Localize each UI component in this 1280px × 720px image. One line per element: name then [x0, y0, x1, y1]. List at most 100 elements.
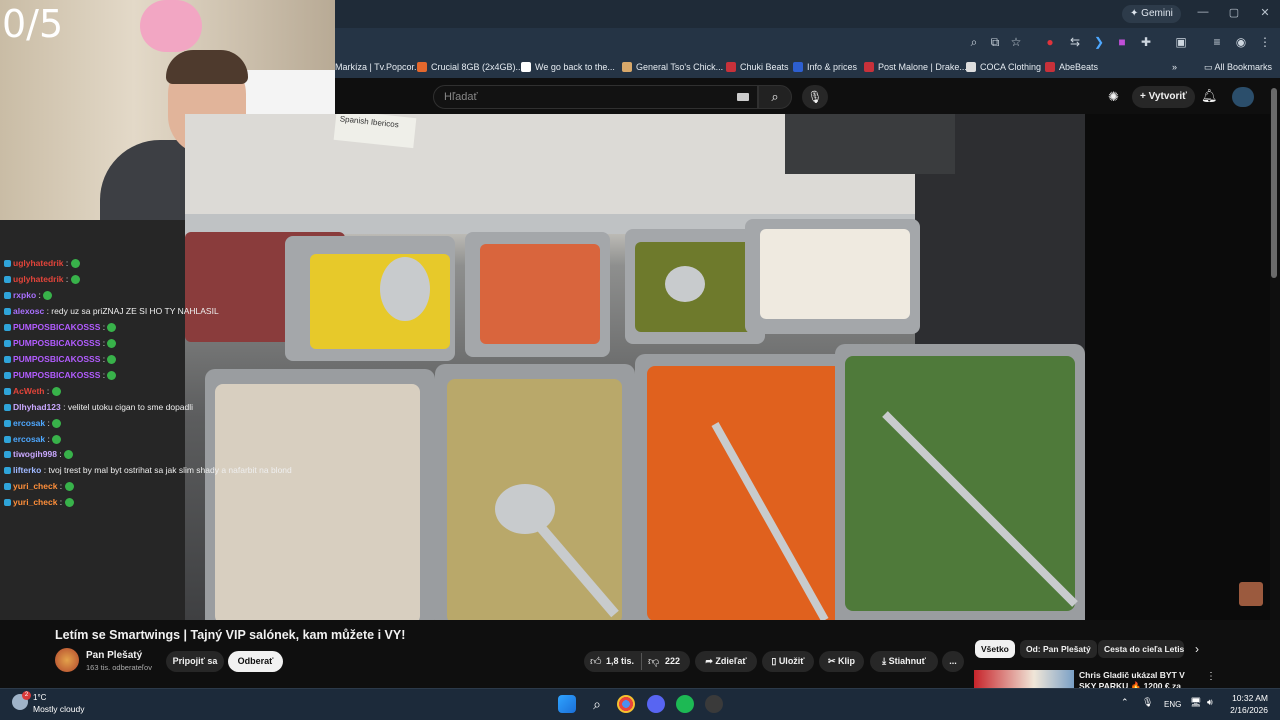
bookmark-item[interactable]: General Tso's Chick...	[622, 60, 723, 74]
extension-icon[interactable]: ⇆	[1066, 33, 1084, 51]
bookmarks-overflow-icon[interactable]: »	[1172, 60, 1177, 74]
weather-description[interactable]: Mostly cloudy	[33, 704, 85, 714]
all-bookmarks-label: All Bookmarks	[1214, 62, 1273, 72]
download-button[interactable]: ⤓ Stiahnuť	[870, 651, 938, 672]
video-player[interactable]: Spanish Ibericos	[185, 114, 1085, 620]
chat-username[interactable]: yuri_check	[13, 497, 57, 507]
chat-username[interactable]: uglyhatedrik	[13, 274, 64, 284]
dislike-count[interactable]: 222	[665, 656, 680, 666]
microphone-tray-icon[interactable]: 🎙︎	[1142, 697, 1153, 708]
chat-username[interactable]: rxpko	[13, 290, 36, 300]
account-avatar[interactable]	[1232, 87, 1254, 107]
extension-icon[interactable]: ❯	[1090, 33, 1108, 51]
chat-username[interactable]: ercosak	[13, 434, 45, 444]
chat-username[interactable]: Dlhyhad123	[13, 402, 61, 412]
clock-time[interactable]: 10:32 AM	[1230, 693, 1268, 703]
chat-username[interactable]: tiwogih998	[13, 449, 57, 459]
bookmark-item[interactable]: Post Malone | Drake...	[864, 60, 967, 74]
chat-emote-icon	[64, 450, 74, 459]
chat-username[interactable]: PUMPOSBICAKOSSS	[13, 338, 100, 348]
minimize-icon[interactable]: —	[1196, 6, 1210, 18]
join-button[interactable]: Pripojiť sa	[166, 651, 224, 672]
chat-username[interactable]: yuri_check	[13, 481, 57, 491]
tab-search-icon[interactable]: ▣	[1172, 33, 1190, 51]
recommended-menu-icon[interactable]: ⋮	[1206, 671, 1216, 682]
bookmark-item[interactable]: We go back to the...	[521, 60, 615, 74]
save-button[interactable]: ▯ Uložiť	[762, 651, 814, 672]
chat-message: PUMPOSBICAKOSSS :	[4, 369, 117, 382]
recommended-title[interactable]: Chris Gladič ukázal BYT V SKY PARKU 🔥 12…	[1079, 670, 1199, 688]
chat-username[interactable]: AcWeth	[13, 386, 45, 396]
input-language[interactable]: ENG	[1164, 700, 1181, 709]
bookmark-item[interactable]: COCA Clothing	[966, 60, 1041, 74]
chat-separator: :	[57, 481, 65, 491]
app-icon[interactable]	[705, 695, 723, 713]
channel-name[interactable]: Pan Plešatý	[86, 650, 142, 661]
browser-menu-icon[interactable]: ⋮	[1256, 33, 1274, 51]
volume-icon[interactable]: 🔊︎	[1207, 697, 1213, 708]
chat-username[interactable]: alexosc	[13, 306, 44, 316]
install-icon[interactable]: ⧉	[986, 33, 1004, 51]
weather-temperature[interactable]: 1°C	[33, 693, 46, 702]
notifications-bell-icon[interactable]: 🔔︎	[1201, 88, 1218, 104]
channel-avatar[interactable]	[55, 648, 79, 672]
maximize-icon[interactable]: ▢	[1227, 6, 1241, 19]
more-actions-button[interactable]: ...	[942, 651, 964, 672]
bookmarks-bar: Markíza | Tv.Popcor... Crucial 8GB (2x4G…	[335, 56, 1280, 78]
bookmark-item[interactable]: AbeBeats	[1045, 60, 1098, 74]
buffet-scene	[185, 114, 1085, 620]
chip-from-channel[interactable]: Od: Pan Plešatý	[1020, 640, 1097, 658]
extensions-puzzle-icon[interactable]: ✚	[1137, 33, 1155, 51]
voice-search-button[interactable]: 🎙	[802, 85, 828, 109]
chat-username[interactable]: ercosak	[13, 418, 45, 428]
bookmark-label: General Tso's Chick...	[636, 62, 724, 72]
profile-avatar-icon[interactable]: ◉	[1232, 33, 1250, 51]
chat-message: ercosak :	[4, 417, 62, 430]
chat-username[interactable]: lifterko	[13, 465, 41, 475]
mini-avatar	[1239, 582, 1263, 606]
chevron-right-icon[interactable]: ›	[1195, 642, 1199, 656]
extension-icon[interactable]: ■	[1113, 33, 1131, 51]
bookmark-item[interactable]: Info & prices	[793, 60, 857, 74]
chip-topic[interactable]: Cesta do cieľa Letisk	[1098, 640, 1184, 658]
chat-username[interactable]: uglyhatedrik	[13, 258, 64, 268]
chat-username[interactable]: PUMPOSBICAKOSSS	[13, 354, 100, 364]
network-icon[interactable]: 🖥︎	[1190, 697, 1201, 708]
search-button[interactable]: ⌕	[758, 85, 792, 109]
dislike-icon[interactable]: 👎︎	[648, 655, 659, 668]
chat-message: Dlhyhad123 : velitel utoku cigan to sme …	[4, 401, 193, 414]
chat-username[interactable]: PUMPOSBICAKOSSS	[13, 370, 100, 380]
sparkle-icon[interactable]: ✺	[1108, 89, 1119, 105]
gemini-button[interactable]: ✦ Gemini	[1122, 5, 1181, 23]
bookmark-item[interactable]: Chuki Beats	[726, 60, 789, 74]
reading-list-icon[interactable]: ≡	[1208, 33, 1226, 51]
bookmark-item[interactable]: Crucial 8GB (2x4GB)...	[417, 60, 523, 74]
recommended-thumbnail[interactable]	[974, 670, 1074, 688]
all-bookmarks[interactable]: ▭ All Bookmarks	[1204, 60, 1272, 74]
create-button[interactable]: + Vytvoriť	[1132, 86, 1195, 108]
taskbar-search-icon[interactable]: ⌕	[588, 695, 606, 713]
clock-date[interactable]: 2/16/2026	[1226, 705, 1268, 715]
windows-start-icon[interactable]	[558, 695, 576, 713]
keyboard-icon[interactable]	[737, 93, 749, 101]
chat-username[interactable]: PUMPOSBICAKOSSS	[13, 322, 100, 332]
tray-overflow-icon[interactable]: ⌃	[1121, 697, 1129, 708]
page-scrollbar[interactable]	[1271, 88, 1277, 278]
like-icon[interactable]: 👍︎	[590, 655, 602, 668]
spotify-icon[interactable]	[676, 695, 694, 713]
bookmark-item[interactable]: Markíza | Tv.Popcor...	[335, 60, 422, 74]
share-button[interactable]: ➦ Zdieľať	[695, 651, 757, 672]
discord-icon[interactable]	[647, 695, 665, 713]
subscribe-button[interactable]: Odberať	[228, 651, 283, 672]
bookmark-star-icon[interactable]: ☆	[1007, 33, 1025, 51]
extension-icon[interactable]: ●	[1041, 33, 1059, 51]
chat-separator: :	[36, 290, 44, 300]
close-icon[interactable]: ✕	[1258, 6, 1272, 19]
chat-badge-icon	[4, 260, 11, 267]
chip-all[interactable]: Všetko	[975, 640, 1015, 658]
clip-button[interactable]: ✂ Klip	[819, 651, 864, 672]
zoom-icon[interactable]: ⌕	[965, 33, 983, 51]
search-input[interactable]: Hľadať	[433, 85, 758, 109]
like-count[interactable]: 1,8 tis.	[606, 656, 634, 666]
chrome-icon[interactable]	[617, 695, 635, 713]
